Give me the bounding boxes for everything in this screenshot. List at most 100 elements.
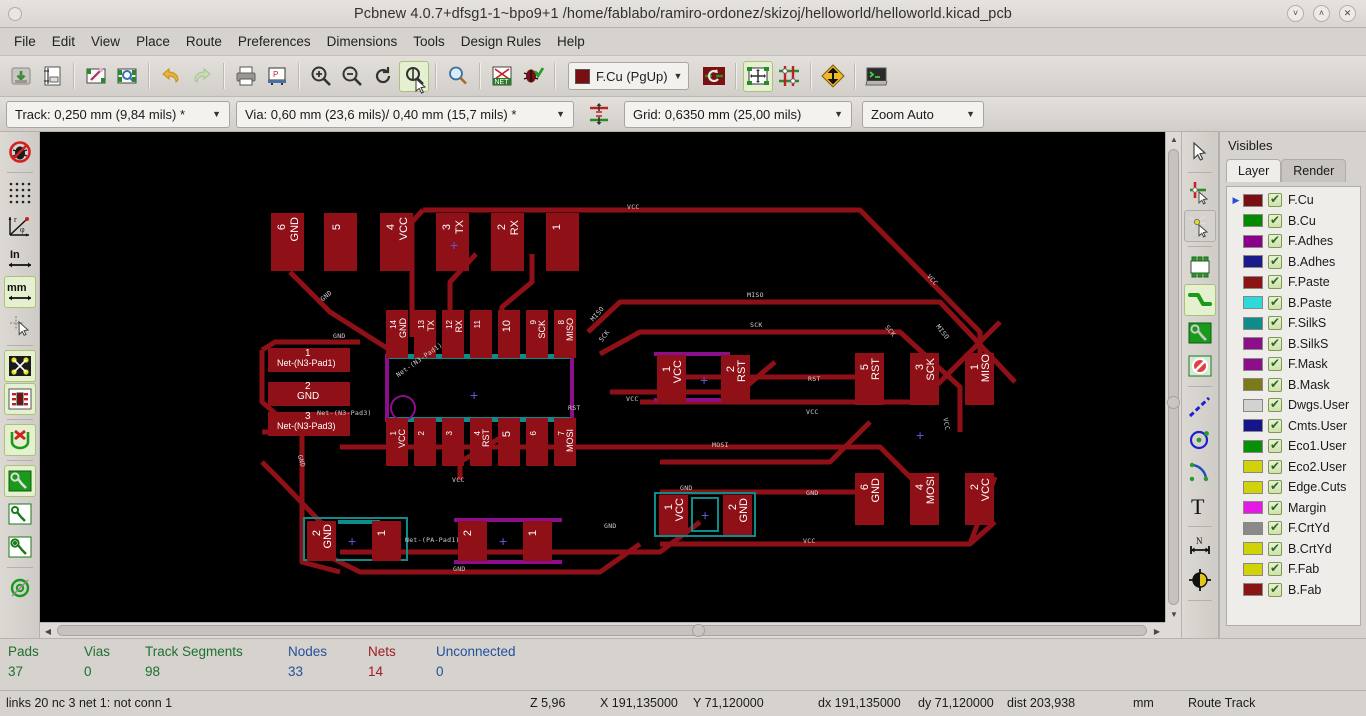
layer-row-f-adhes[interactable]: F.Adhes xyxy=(1227,231,1360,252)
show-zones-outline-toggle[interactable] xyxy=(4,498,36,530)
pad-ic-2[interactable] xyxy=(414,418,436,466)
layer-color-swatch[interactable] xyxy=(1243,296,1263,310)
layer-row-b-fab[interactable]: B.Fab xyxy=(1227,580,1360,601)
menu-route[interactable]: Route xyxy=(178,31,230,52)
print-button[interactable] xyxy=(231,61,261,92)
tab-layer[interactable]: Layer xyxy=(1226,159,1282,182)
units-inch-toggle[interactable]: In xyxy=(4,243,36,275)
add-graphic-line-tool-button[interactable] xyxy=(1184,391,1216,423)
layer-color-swatch[interactable] xyxy=(1243,193,1263,207)
pad-conn-1[interactable] xyxy=(546,213,579,271)
grid-selector[interactable]: Grid: 0,6350 mm (25,00 mils) ▼ xyxy=(624,100,852,128)
layer-color-swatch[interactable] xyxy=(1243,316,1263,330)
find-item-button[interactable] xyxy=(443,61,473,92)
layer-visibility-checkbox[interactable] xyxy=(1268,397,1282,413)
layer-row-f-crtyd[interactable]: F.CrtYd xyxy=(1227,518,1360,539)
menu-design-rules[interactable]: Design Rules xyxy=(453,31,549,52)
layer-visibility-checkbox[interactable] xyxy=(1268,192,1282,208)
zoom-in-button[interactable] xyxy=(306,61,336,92)
layer-selector[interactable]: F.Cu (PgUp) ▼ xyxy=(568,62,690,90)
layer-color-swatch[interactable] xyxy=(1243,255,1263,269)
layer-visibility-checkbox[interactable] xyxy=(1268,500,1282,515)
maximize-button[interactable]: ˄ xyxy=(1313,5,1330,22)
layer-color-swatch[interactable] xyxy=(1243,501,1263,515)
close-button[interactable]: ✕ xyxy=(1339,5,1356,22)
layer-row-b-paste[interactable]: B.Paste xyxy=(1227,293,1360,314)
layer-visibility-checkbox[interactable] xyxy=(1268,541,1282,556)
layer-visibility-checkbox[interactable] xyxy=(1268,213,1282,228)
layer-row-b-adhes[interactable]: B.Adhes xyxy=(1227,252,1360,273)
vscroll-knob[interactable] xyxy=(1167,396,1180,409)
menu-help[interactable]: Help xyxy=(549,31,593,52)
layer-color-swatch[interactable] xyxy=(1243,542,1263,556)
pad-led1-1[interactable] xyxy=(372,521,401,561)
pad-ic-5[interactable] xyxy=(498,418,520,466)
layer-visibility-checkbox[interactable] xyxy=(1268,356,1282,372)
scroll-down-icon[interactable]: ▼ xyxy=(1166,607,1182,622)
layer-row-margin[interactable]: Margin xyxy=(1227,498,1360,519)
add-arc-tool-button[interactable] xyxy=(1184,457,1216,489)
via-size-selector[interactable]: Via: 0,60 mm (23,6 mils)/ 0,40 mm (15,7 … xyxy=(236,100,574,128)
high-contrast-mode-button[interactable] xyxy=(818,61,848,92)
tab-render[interactable]: Render xyxy=(1281,159,1347,182)
scroll-left-icon[interactable]: ◀ xyxy=(40,623,56,639)
pcb-canvas-area[interactable]: 6 GND 5 4 VCC 3 TX 2 RX 1 14 GND 13 TX 1… xyxy=(40,132,1181,638)
autodelete-track-toggle[interactable] xyxy=(3,424,36,456)
layer-row-b-cu[interactable]: B.Cu xyxy=(1227,211,1360,232)
canvas-horizontal-scrollbar[interactable]: ◀ ▶ xyxy=(40,622,1165,638)
zoom-selector[interactable]: Zoom Auto ▼ xyxy=(862,100,984,128)
layer-list[interactable]: ▶ F.Cu B.Cu F.Adhes B.Adhes F.Paste B.Paste F.S… xyxy=(1226,186,1361,626)
layer-visibility-checkbox[interactable] xyxy=(1268,479,1282,495)
vscroll-thumb[interactable] xyxy=(1168,149,1179,605)
layer-color-swatch[interactable] xyxy=(1243,398,1263,412)
layer-row-eco2-user[interactable]: Eco2.User xyxy=(1227,457,1360,478)
add-zone-tool-button[interactable] xyxy=(1184,317,1216,349)
track-width-selector[interactable]: Track: 0,250 mm (9,84 mils) * ▼ xyxy=(6,100,230,128)
layer-visibility-checkbox[interactable] xyxy=(1268,438,1282,454)
scroll-right-icon[interactable]: ▶ xyxy=(1149,623,1165,639)
hscroll-knob[interactable] xyxy=(692,624,705,637)
layer-color-swatch[interactable] xyxy=(1243,337,1263,351)
layer-color-swatch[interactable] xyxy=(1243,460,1263,474)
layer-visibility-checkbox[interactable] xyxy=(1268,561,1282,577)
polar-coordinates-toggle[interactable]: rφ xyxy=(4,210,36,242)
layer-color-swatch[interactable] xyxy=(1243,521,1263,535)
layer-color-swatch[interactable] xyxy=(1243,480,1263,494)
layer-color-swatch[interactable] xyxy=(1243,214,1263,228)
layer-row-f-fab[interactable]: F.Fab xyxy=(1227,559,1360,580)
layer-row-dwgs-user[interactable]: Dwgs.User xyxy=(1227,395,1360,416)
layer-row-b-crtyd[interactable]: B.CrtYd xyxy=(1227,539,1360,560)
menu-edit[interactable]: Edit xyxy=(44,31,83,52)
layer-row-b-silks[interactable]: B.SilkS xyxy=(1227,334,1360,355)
plot-button[interactable]: P xyxy=(262,61,292,92)
footprint-editor-button[interactable] xyxy=(112,61,142,92)
layer-row-b-mask[interactable]: B.Mask xyxy=(1227,375,1360,396)
redraw-view-button[interactable] xyxy=(368,61,398,92)
show-module-ratsnest-toggle[interactable] xyxy=(3,383,36,415)
pad-conn-5[interactable] xyxy=(324,213,357,271)
menu-preferences[interactable]: Preferences xyxy=(230,31,319,52)
add-text-tool-button[interactable]: T xyxy=(1184,490,1216,522)
layer-color-swatch[interactable] xyxy=(1243,439,1263,453)
layer-color-swatch[interactable] xyxy=(1243,419,1263,433)
layer-visibility-checkbox[interactable] xyxy=(1268,274,1282,290)
menu-place[interactable]: Place xyxy=(128,31,178,52)
layer-row-edge-cuts[interactable]: Edge.Cuts xyxy=(1227,477,1360,498)
page-settings-button[interactable] xyxy=(37,61,67,92)
layer-row-cmts-user[interactable]: Cmts.User xyxy=(1227,416,1360,437)
add-dimension-tool-button[interactable]: N xyxy=(1184,531,1216,563)
pad-ic-12[interactable] xyxy=(442,310,464,358)
show-ratsnest-button[interactable] xyxy=(774,61,804,92)
pad-ic-10[interactable] xyxy=(498,310,520,358)
save-board-button[interactable] xyxy=(6,61,36,92)
add-track-tool-button[interactable] xyxy=(1184,284,1216,316)
show-zones-filled-toggle[interactable] xyxy=(3,465,36,497)
menu-file[interactable]: File xyxy=(6,31,44,52)
show-zones-noedit-toggle[interactable] xyxy=(4,531,36,563)
layer-visibility-checkbox[interactable] xyxy=(1268,336,1282,351)
zoom-fit-page-button[interactable] xyxy=(399,60,429,94)
zoom-out-button[interactable] xyxy=(337,61,367,92)
layer-visibility-checkbox[interactable] xyxy=(1268,459,1282,474)
layer-color-swatch[interactable] xyxy=(1243,275,1263,289)
layer-row-f-silks[interactable]: F.SilkS xyxy=(1227,313,1360,334)
